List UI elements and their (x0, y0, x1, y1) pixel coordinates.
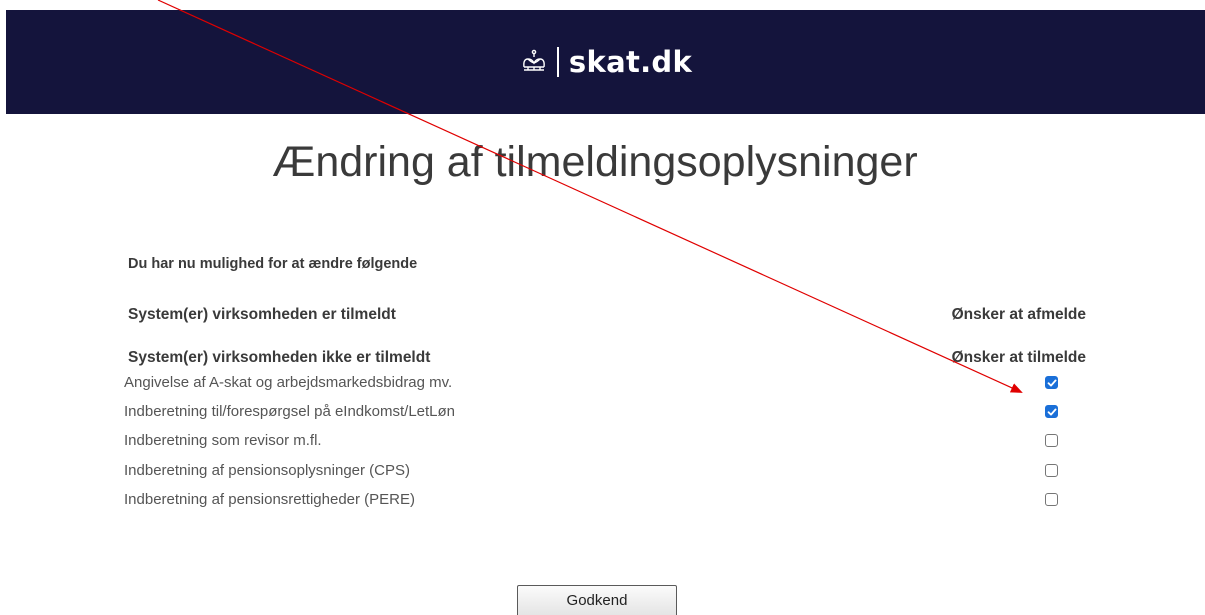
system-label: Indberetning som revisor m.fl. (124, 432, 322, 449)
system-label: Indberetning af pensionsrettigheder (PER… (124, 491, 416, 508)
unregistered-section-heading: System(er) virksomheden ikke er tilmeldt (128, 349, 431, 366)
system-label: Indberetning af pensionsoplysninger (CPS… (124, 462, 411, 479)
register-checkbox[interactable] (1045, 405, 1058, 418)
page-title: Ændring af tilmeldingsoplysninger (272, 138, 918, 186)
system-row: Indberetning som revisor m.fl. (124, 432, 1086, 454)
register-checkbox[interactable] (1045, 376, 1058, 389)
intro-text: Du har nu mulighed for at ændre følgende (128, 256, 418, 272)
brand-divider (556, 47, 559, 77)
registered-section-header: System(er) virksomheden er tilmeldt Ønsk… (128, 306, 1086, 324)
system-row: Angivelse af A-skat og arbejdsmarkedsbid… (124, 374, 1086, 396)
system-label: Indberetning til/forespørgsel på eIndkom… (124, 403, 456, 420)
register-column-heading: Ønsker at tilmelde (951, 349, 1086, 366)
system-row: Indberetning til/forespørgsel på eIndkom… (124, 403, 1086, 425)
register-checkbox[interactable] (1045, 493, 1058, 506)
brand-logo[interactable]: skat.dk (519, 45, 692, 79)
crown-icon (523, 49, 545, 71)
unregister-column-heading: Ønsker at afmelde (951, 306, 1086, 323)
system-label: Angivelse af A-skat og arbejdsmarkedsbid… (124, 374, 453, 391)
register-checkbox[interactable] (1045, 434, 1058, 447)
system-row: Indberetning af pensionsrettigheder (PER… (124, 491, 1086, 513)
checkmark-icon (1047, 408, 1057, 416)
unregistered-section-header: System(er) virksomheden ikke er tilmeldt… (128, 349, 1086, 367)
site-header: skat.dk (6, 10, 1205, 114)
register-checkbox[interactable] (1045, 464, 1058, 477)
checkmark-icon (1047, 379, 1057, 387)
approve-button[interactable]: Godkend (517, 585, 677, 615)
brand-name: skat.dk (568, 45, 693, 79)
registered-section-heading: System(er) virksomheden er tilmeldt (128, 306, 396, 323)
system-row: Indberetning af pensionsoplysninger (CPS… (124, 462, 1086, 484)
